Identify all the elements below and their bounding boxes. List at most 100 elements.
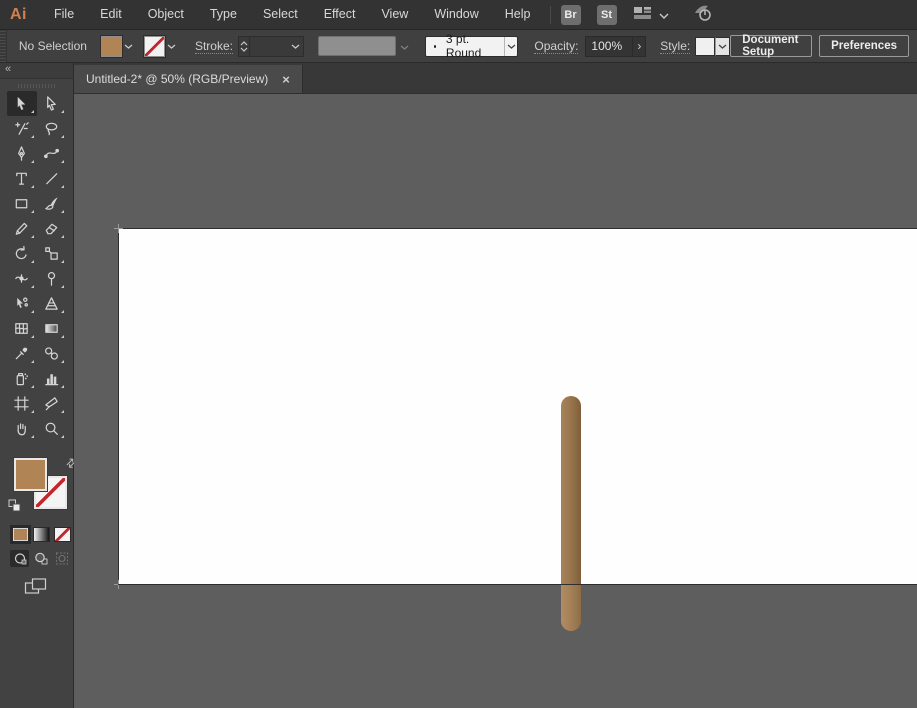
fill-swatch[interactable] — [101, 36, 122, 57]
puppet-warp-tool[interactable] — [37, 266, 67, 291]
workspace-switcher[interactable] — [633, 6, 669, 23]
brush-chevron-icon[interactable] — [504, 37, 517, 56]
bridge-button[interactable]: Br — [561, 5, 581, 25]
zoom-tool[interactable] — [37, 416, 67, 441]
symbol-sprayer-tool[interactable] — [7, 366, 37, 391]
column-graph-tool[interactable] — [37, 366, 67, 391]
direct-selection-tool[interactable] — [37, 91, 67, 116]
line-segment-tool[interactable] — [37, 166, 67, 191]
menu-type[interactable]: Type — [197, 0, 250, 29]
preferences-button[interactable]: Preferences — [819, 35, 909, 57]
brush-name: 3 pt. Round — [446, 32, 494, 60]
stroke-chevron-icon[interactable] — [165, 36, 179, 57]
menu-view[interactable]: View — [368, 0, 421, 29]
controlbar-grip[interactable] — [0, 30, 7, 62]
style-chevron-icon[interactable] — [715, 37, 730, 56]
stick-lower-segment — [561, 585, 581, 631]
change-screen-mode-button[interactable] — [24, 577, 73, 599]
none-button[interactable] — [54, 527, 71, 542]
gradient-button[interactable] — [33, 527, 50, 542]
brush-preview[interactable]: 3 pt. Round — [426, 37, 505, 56]
type-tool[interactable] — [7, 166, 37, 191]
style-label[interactable]: Style: — [660, 39, 690, 54]
opacity-input[interactable] — [585, 36, 633, 57]
tools-collapse-button[interactable]: « — [0, 63, 73, 79]
pen-tool[interactable] — [7, 141, 37, 166]
tab-close-icon[interactable]: × — [282, 73, 290, 86]
menu-bar: Ai FileEditObjectTypeSelectEffectViewWin… — [0, 0, 917, 30]
opacity-next-icon[interactable]: › — [633, 36, 646, 57]
illustrator-window: Ai FileEditObjectTypeSelectEffectViewWin… — [0, 0, 917, 708]
menu-file[interactable]: File — [41, 0, 87, 29]
menu-help[interactable]: Help — [492, 0, 544, 29]
menu-effect[interactable]: Effect — [311, 0, 369, 29]
eraser-tool[interactable] — [37, 216, 67, 241]
blend-tool[interactable] — [37, 341, 67, 366]
menu-items: FileEditObjectTypeSelectEffectViewWindow… — [41, 0, 544, 29]
width-profile-chevron-icon — [400, 39, 409, 53]
draw-normal-button[interactable] — [10, 550, 29, 567]
scale-tool[interactable] — [37, 241, 67, 266]
document-tab-title: Untitled-2* @ 50% (RGB/Preview) — [86, 72, 268, 86]
default-fill-stroke-icon[interactable] — [8, 499, 21, 515]
width-profile-dropdown[interactable] — [318, 36, 396, 56]
selection-status: No Selection — [19, 39, 87, 53]
document-tab[interactable]: Untitled-2* @ 50% (RGB/Preview) × — [74, 65, 303, 93]
stock-button[interactable]: St — [597, 5, 617, 25]
opacity-label[interactable]: Opacity: — [534, 39, 578, 54]
drawing-modes-row — [10, 550, 73, 567]
menubar-divider — [550, 6, 551, 24]
draw-behind-button[interactable] — [31, 550, 50, 567]
fill-color-control[interactable] — [101, 36, 136, 57]
stroke-weight-dropdown[interactable] — [249, 36, 304, 57]
document-setup-button[interactable]: Document Setup — [730, 35, 812, 57]
slice-tool[interactable] — [37, 391, 67, 416]
control-bar: No Selection Stroke: — [0, 30, 917, 63]
draw-inside-button[interactable] — [52, 550, 71, 567]
shaper-tool[interactable] — [7, 216, 37, 241]
stroke-color-control[interactable] — [144, 36, 179, 57]
selection-tool[interactable] — [7, 91, 37, 116]
magic-wand-tool[interactable] — [7, 116, 37, 141]
style-swatch[interactable] — [695, 37, 715, 56]
tab-bar: Untitled-2* @ 50% (RGB/Preview) × — [74, 63, 917, 94]
gradient-tool[interactable] — [37, 316, 67, 341]
artboard-bottom-edge — [118, 584, 917, 585]
document-area: Untitled-2* @ 50% (RGB/Preview) × — [74, 63, 917, 708]
menu-edit[interactable]: Edit — [87, 0, 135, 29]
artboard[interactable] — [118, 228, 917, 585]
canvas[interactable] — [74, 94, 917, 708]
stroke-weight-stepper[interactable] — [238, 36, 249, 57]
illustrator-logo: Ai — [10, 6, 27, 24]
mesh-tool[interactable] — [7, 316, 37, 341]
menu-window[interactable]: Window — [421, 0, 491, 29]
fill-indicator[interactable] — [14, 458, 47, 491]
brush-definition-dropdown[interactable]: 3 pt. Round — [425, 36, 519, 57]
lasso-tool[interactable] — [37, 116, 67, 141]
shape-builder-tool[interactable] — [7, 291, 37, 316]
color-button[interactable] — [12, 527, 29, 542]
menu-object[interactable]: Object — [135, 0, 197, 29]
tools-grip[interactable] — [18, 84, 56, 88]
menu-select[interactable]: Select — [250, 0, 311, 29]
fill-chevron-icon[interactable] — [122, 36, 136, 57]
tool-grid — [0, 91, 73, 441]
width-tool[interactable] — [7, 266, 37, 291]
artboard-corner-mark — [114, 224, 123, 233]
stroke-label[interactable]: Stroke: — [195, 39, 233, 54]
eyedropper-tool[interactable] — [7, 341, 37, 366]
curvature-tool[interactable] — [37, 141, 67, 166]
brush-dot-icon — [434, 45, 436, 48]
rotate-tool[interactable] — [7, 241, 37, 266]
stroke-swatch-none[interactable] — [144, 36, 165, 57]
brown-stick-shape[interactable] — [561, 396, 581, 631]
hand-tool[interactable] — [7, 416, 37, 441]
touch-workspace-icon[interactable] — [691, 3, 715, 26]
fill-stroke-widget: ⇄ — [12, 457, 74, 513]
rectangle-tool[interactable] — [7, 191, 37, 216]
chevron-down-icon — [659, 8, 669, 22]
paintbrush-tool[interactable] — [37, 191, 67, 216]
artboard-tool[interactable] — [7, 391, 37, 416]
style-dropdown[interactable] — [695, 37, 730, 56]
perspective-grid-tool[interactable] — [37, 291, 67, 316]
